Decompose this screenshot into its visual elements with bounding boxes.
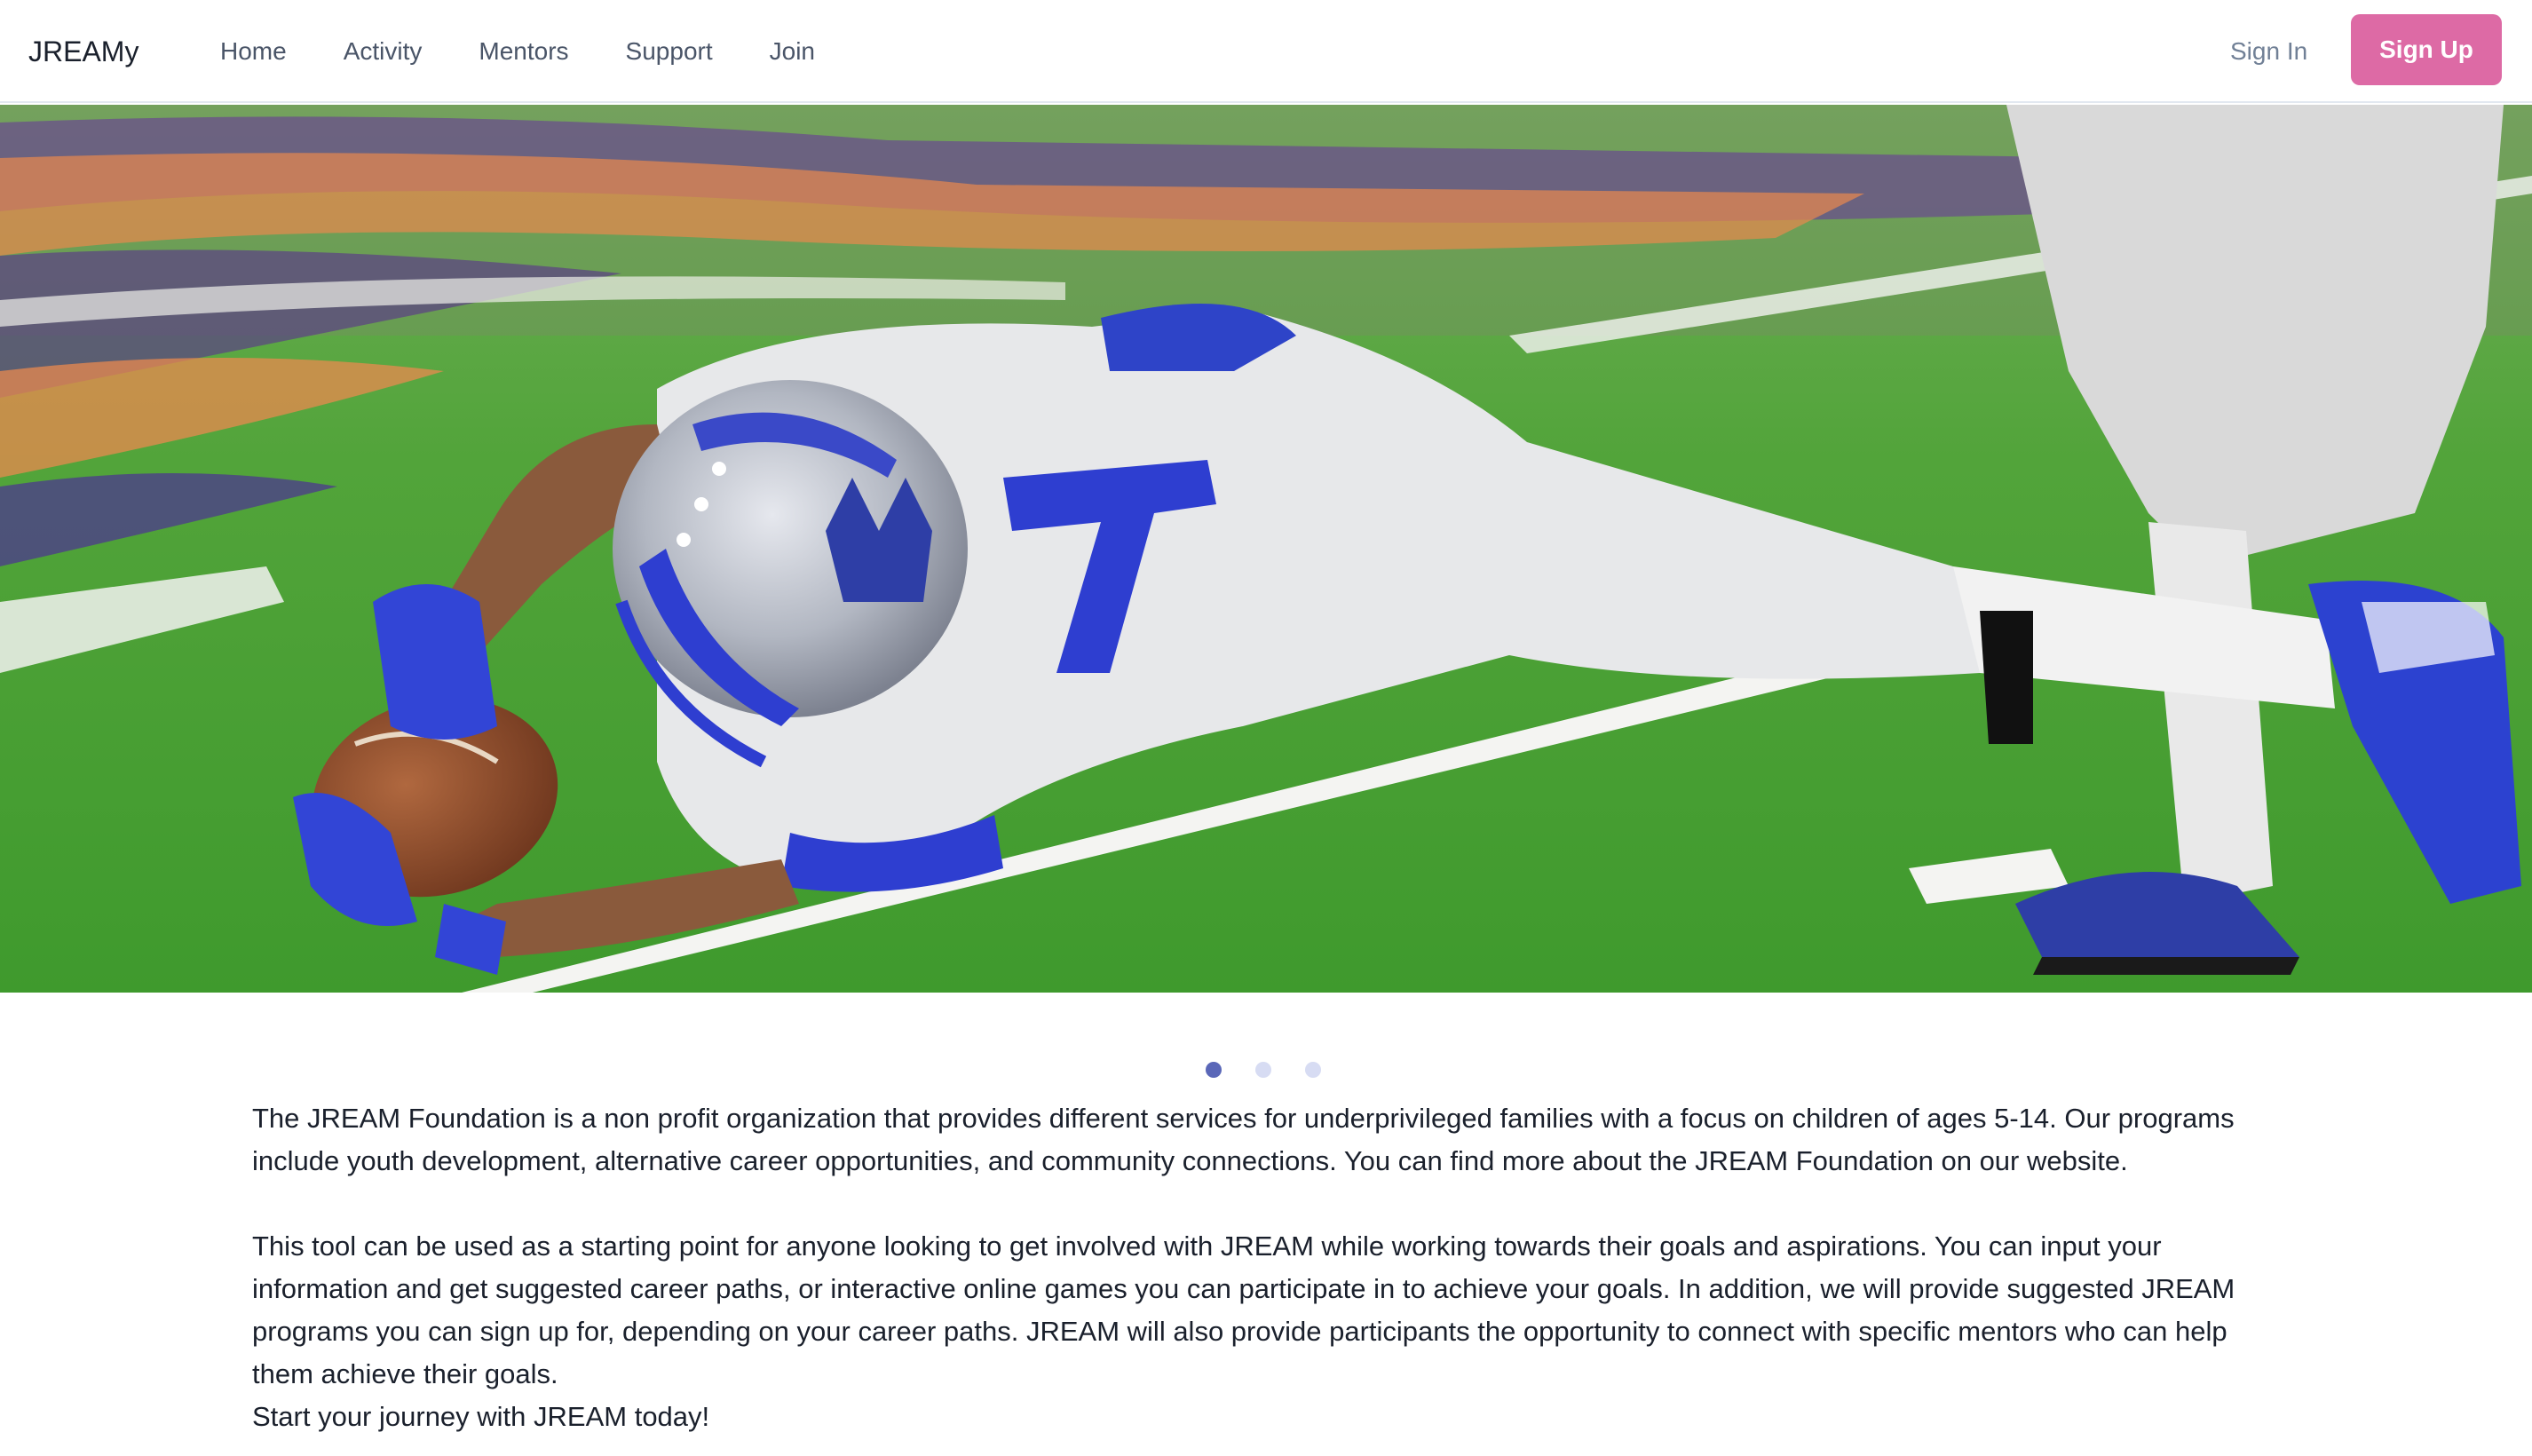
nav-mentors-link[interactable]: Mentors (479, 36, 568, 67)
brand-logo[interactable]: JREAMy (28, 34, 138, 69)
nav-links: Home Activity Mentors Support Join (220, 36, 872, 67)
intro-call-to-action: Start your journey with JREAM today! (252, 1401, 710, 1432)
intro-paragraph-tool: This tool can be used as a starting poin… (252, 1230, 2235, 1389)
nav-join-link[interactable]: Join (770, 36, 815, 67)
nav-activity-link[interactable]: Activity (344, 36, 423, 67)
carousel-dot-2[interactable] (1255, 1062, 1271, 1078)
football-player-illustration (0, 105, 2532, 993)
carousel-indicators (1206, 1062, 1321, 1078)
intro-paragraph-foundation: The JREAM Foundation is a non profit org… (252, 1103, 2235, 1176)
intro-content: The JREAM Foundation is a non profit org… (252, 1097, 2294, 1438)
sign-up-button[interactable]: Sign Up (2351, 14, 2502, 85)
hero-carousel-image (0, 105, 2532, 993)
nav-support-link[interactable]: Support (626, 36, 713, 67)
carousel-dot-1[interactable] (1206, 1062, 1222, 1078)
sign-in-link[interactable]: Sign In (2230, 36, 2307, 67)
nav-home-link[interactable]: Home (220, 36, 287, 67)
top-navbar: JREAMy Home Activity Mentors Support Joi… (0, 0, 2532, 103)
carousel-dot-3[interactable] (1305, 1062, 1321, 1078)
